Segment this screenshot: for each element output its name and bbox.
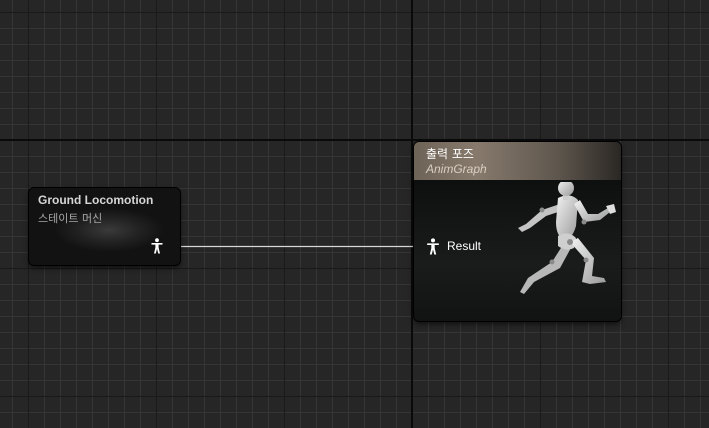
pose-pin-icon bbox=[427, 238, 439, 255]
pose-pin-icon bbox=[151, 238, 163, 254]
graph-origin-vertical-axis bbox=[411, 0, 413, 428]
output-pose-node[interactable]: 출력 포즈 AnimGraph Result bbox=[414, 142, 621, 321]
result-pin-label: Result bbox=[447, 239, 482, 253]
pose-output-pin[interactable] bbox=[151, 238, 163, 254]
running-mannequin-icon bbox=[518, 182, 616, 294]
anim-graph-canvas[interactable]: Ground Locomotion 스테이트 머신 출력 포즈 AnimGrap… bbox=[0, 0, 709, 428]
output-pose-node-title: 출력 포즈 bbox=[426, 147, 474, 161]
state-machine-node-subtitle: 스테이트 머신 bbox=[38, 212, 103, 225]
result-input-pin[interactable] bbox=[426, 238, 440, 255]
ground-locomotion-state-machine-node[interactable]: Ground Locomotion 스테이트 머신 bbox=[29, 188, 180, 265]
pose-connection-wire[interactable] bbox=[176, 246, 414, 247]
state-machine-node-title: Ground Locomotion bbox=[38, 193, 154, 207]
output-pose-node-subtitle: AnimGraph bbox=[426, 162, 487, 176]
graph-origin-horizontal-axis bbox=[0, 139, 709, 141]
